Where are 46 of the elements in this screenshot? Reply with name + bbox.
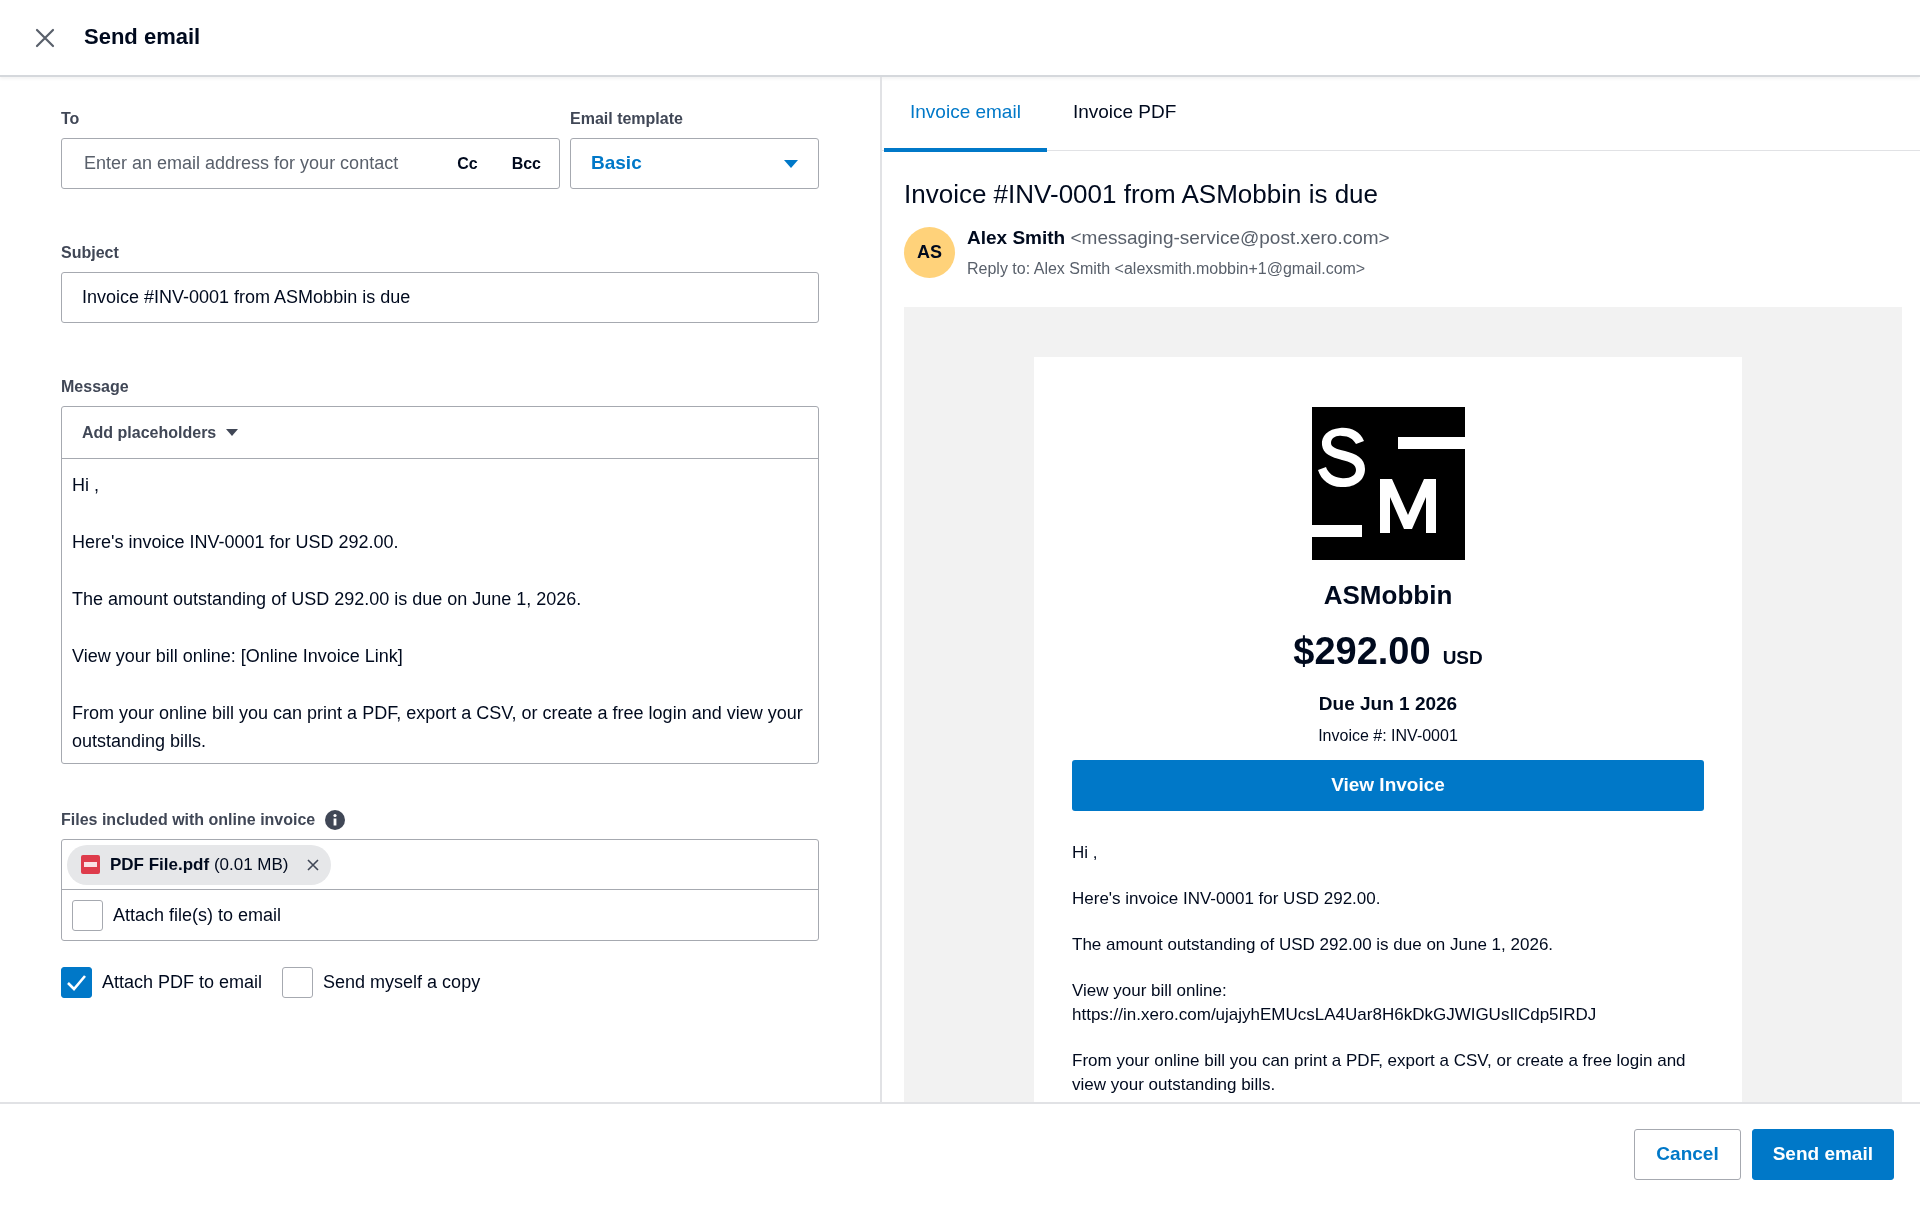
placeholders-dropdown[interactable]: Add placeholders	[82, 420, 239, 445]
checkbox[interactable]	[72, 899, 103, 931]
window-title: Send email	[84, 24, 201, 51]
close-button[interactable]	[34, 26, 56, 49]
tab[interactable]: Invoice PDF	[1046, 77, 1203, 152]
cancel-button[interactable]: Cancel	[1634, 1129, 1741, 1180]
field-label: Files included with online invoice	[61, 810, 316, 830]
email-paragraph: Here's invoice INV-0001 for USD 292.00.	[1072, 888, 1382, 911]
link[interactable]: Bcc	[511, 151, 541, 176]
email-paragraph: View your bill online: https://in.xero.com/ujajyhEMUcsLA4Uar8H6kDkGJWIGUsIlCdp5IRDJ	[1072, 980, 1598, 1027]
amount-text: $292.00	[1293, 628, 1431, 674]
currency-text: USD	[1442, 645, 1483, 670]
template-dropdown[interactable]: Basic	[570, 138, 819, 189]
checkbox-label: Attach PDF to email	[102, 971, 263, 994]
checkbox[interactable]	[61, 967, 92, 998]
due-date: Due Jun 1 2026	[1317, 691, 1459, 716]
checkbox[interactable]	[282, 967, 314, 998]
message-field[interactable]: Hi , Here's invoice INV-0001 for USD 292.00. The amount outstanding of USD 292.00 is due on June 1, 2026. View your bill online: [Online Invoice Link] From your online bill you can print a PDF, export a CSV, or create a free login and view your outstanding bills.	[62, 459, 818, 763]
field-label: To	[61, 109, 80, 129]
subject-field[interactable]: Invoice #INV-0001 from ASMobbin is due	[61, 272, 819, 323]
view-invoice-button[interactable]: View Invoice	[1072, 760, 1704, 812]
checkbox-label: Attach file(s) to email	[113, 903, 282, 927]
reply-to-text: Reply to: Alex Smith <alexsmith.mobbin+1@gmail.com>	[967, 258, 1367, 279]
email-field[interactable]: Enter an email address for your contact Cc Bcc	[61, 138, 560, 189]
pdf-file-icon	[81, 855, 100, 874]
info-icon	[325, 810, 346, 830]
company-name: ASMobbin	[1322, 578, 1454, 612]
link[interactable]: Cc	[457, 151, 478, 176]
sender-line: Alex Smith <messaging-service@post.xero.com>	[967, 226, 1390, 251]
email-subject: Invoice #INV-0001 from ASMobbin is due	[904, 179, 1380, 211]
field-label: Message	[61, 377, 129, 397]
send-button[interactable]: Send email	[1751, 1129, 1894, 1180]
email-paragraph: The amount outstanding of USD 292.00 is due on June 1, 2026.	[1072, 934, 1555, 957]
checkbox-label: Send myself a copy	[323, 971, 481, 994]
email-paragraph: Hi ,	[1072, 842, 1099, 865]
field-label: Email template	[570, 109, 683, 129]
caret-icon	[784, 159, 798, 168]
file-name: PDF File.pdf (0.01 MB)	[110, 853, 289, 876]
close-icon	[306, 858, 319, 871]
email-paragraph: From your online bill you can print a PDF, export a CSV, or create a free login and view your outstanding bills.	[1072, 1050, 1687, 1097]
invoice-number: Invoice #: INV-0001	[1317, 726, 1459, 747]
caret-icon	[226, 429, 239, 436]
field-label: Subject	[61, 243, 119, 263]
close-icon	[34, 26, 56, 49]
tab[interactable]: Invoice email	[884, 77, 1047, 152]
avatar: AS	[904, 226, 955, 278]
